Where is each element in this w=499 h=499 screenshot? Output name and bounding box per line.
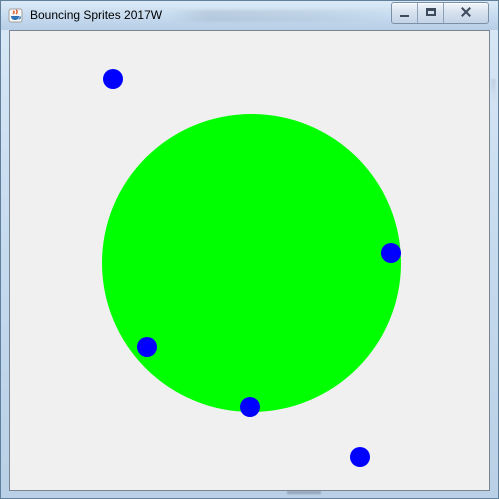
maximize-icon — [426, 8, 436, 16]
blue-sprite-left-lower — [137, 337, 157, 357]
application-window: Bouncing Sprites 2017W — [0, 0, 499, 499]
blue-sprite-bottom-center — [240, 397, 260, 417]
bottom-shadow-artifact — [287, 491, 321, 494]
window-title: Bouncing Sprites 2017W — [30, 8, 163, 22]
java-icon — [8, 8, 23, 23]
maximize-button[interactable] — [418, 3, 444, 23]
close-button[interactable] — [444, 3, 488, 23]
blue-sprite-top-left — [103, 69, 123, 89]
close-icon — [460, 6, 472, 18]
minimize-button[interactable] — [392, 3, 418, 23]
right-edge-artifact — [491, 79, 496, 100]
window-controls — [391, 2, 489, 24]
green-target-circle — [102, 114, 401, 412]
blue-sprite-bottom-right — [350, 447, 370, 467]
blue-sprite-right-edge — [381, 243, 401, 263]
title-bar-blur — [169, 10, 389, 22]
title-bar[interactable]: Bouncing Sprites 2017W — [1, 1, 498, 30]
minimize-icon — [400, 15, 409, 17]
